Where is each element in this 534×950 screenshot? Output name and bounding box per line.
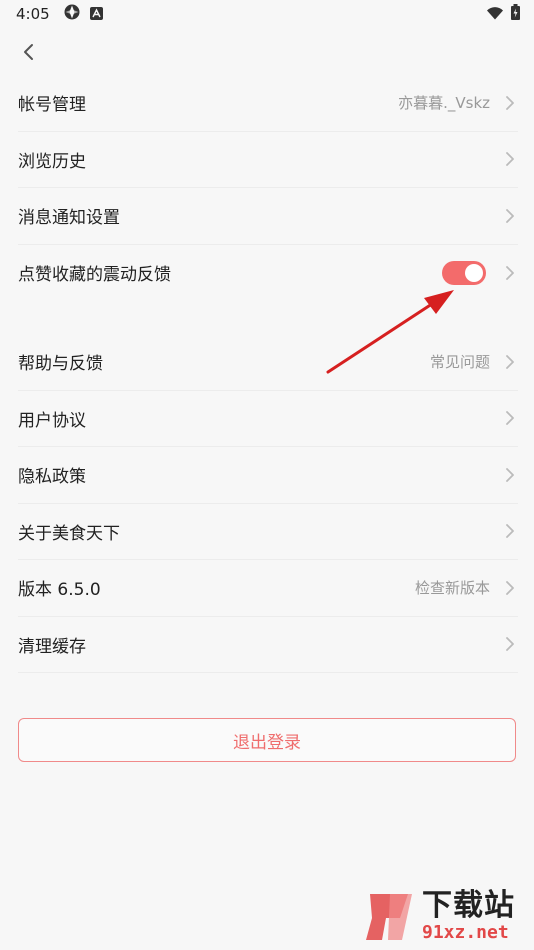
chevron-right-icon: [506, 208, 514, 223]
status-time: 4:05: [16, 5, 50, 23]
chevron-left-icon: [24, 44, 33, 60]
chevron-right-icon: [506, 637, 514, 652]
chevron-right-icon: [506, 265, 514, 280]
row-label: 用户协议: [18, 410, 86, 431]
username-value: 亦暮暮._Vskz: [398, 94, 490, 113]
row-label: 清理缓存: [18, 636, 86, 657]
row-label: 版本 6.5.0: [18, 580, 101, 601]
chevron-right-icon: [506, 354, 514, 369]
chevron-right-icon: [506, 95, 514, 110]
chevron-right-icon: [506, 580, 514, 595]
logout-button[interactable]: 退出登录: [18, 718, 516, 762]
clear-cache-row[interactable]: 清理缓存: [18, 617, 518, 673]
row-label: 消息通知设置: [18, 208, 120, 229]
row-label: 隐私政策: [18, 467, 86, 488]
app-notification-icon: [89, 5, 103, 24]
watermark: 下载站 91xz.net: [360, 886, 530, 948]
check-update-value: 检查新版本: [414, 579, 490, 598]
row-label: 关于美食天下: [18, 523, 120, 544]
camera-shutter-icon: [64, 4, 80, 24]
account-management-row[interactable]: 帐号管理 亦暮暮._Vskz: [18, 75, 518, 132]
status-bar: 4:05: [0, 0, 534, 28]
row-label: 帐号管理: [18, 95, 86, 116]
about-row[interactable]: 关于美食天下: [18, 504, 518, 560]
chevron-right-icon: [506, 152, 514, 167]
version-row[interactable]: 版本 6.5.0 检查新版本: [18, 560, 518, 617]
wifi-icon: [487, 5, 503, 24]
chevron-right-icon: [506, 467, 514, 482]
battery-icon: [511, 4, 520, 24]
chevron-right-icon: [506, 411, 514, 426]
watermark-subtitle: 91xz.net: [422, 922, 509, 943]
back-button[interactable]: [14, 38, 42, 66]
watermark-title: 下载站: [422, 888, 515, 923]
settings-group-about: 帮助与反馈 常见问题 用户协议 隐私政策 关于美食天下 版本 6.5.0 检查新…: [18, 334, 518, 673]
watermark-logo-icon: [366, 894, 412, 940]
annotation-arrow-icon: [326, 290, 454, 374]
notification-settings-row[interactable]: 消息通知设置: [18, 188, 518, 245]
row-label: 浏览历史: [18, 151, 86, 172]
chevron-right-icon: [506, 524, 514, 539]
browse-history-row[interactable]: 浏览历史: [18, 132, 518, 188]
user-agreement-row[interactable]: 用户协议: [18, 391, 518, 447]
settings-group-account: 帐号管理 亦暮暮._Vskz 浏览历史 消息通知设置 点赞收藏的震动反馈: [18, 75, 518, 301]
privacy-policy-row[interactable]: 隐私政策: [18, 447, 518, 504]
